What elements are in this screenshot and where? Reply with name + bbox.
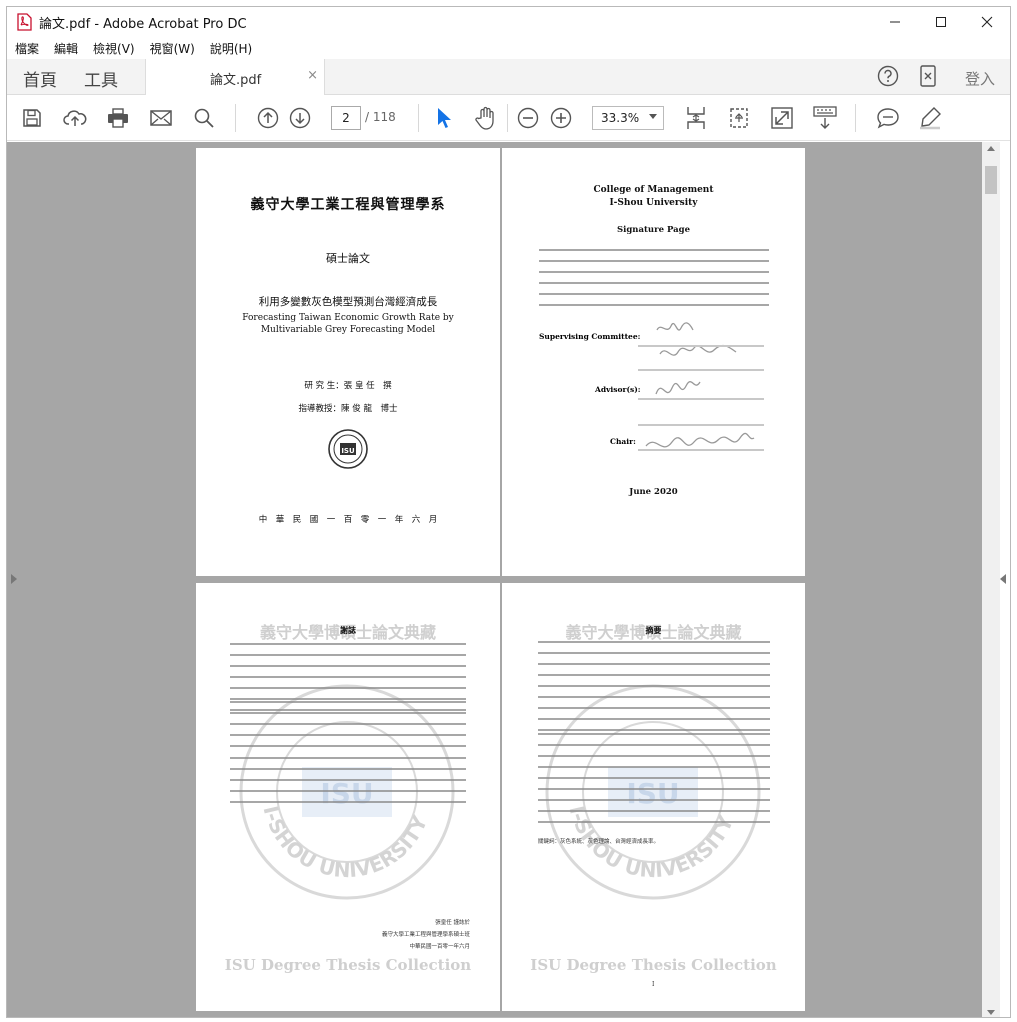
university-seal-icon: ISU bbox=[327, 428, 369, 474]
doc-tab-label: 論文.pdf bbox=[210, 73, 262, 88]
highlight-pen-icon[interactable] bbox=[917, 105, 943, 131]
hand-tool-icon[interactable] bbox=[473, 105, 499, 131]
advisors-label: Advisor(s): bbox=[595, 385, 641, 394]
help-icon[interactable] bbox=[877, 65, 899, 91]
chair-label: Chair: bbox=[610, 437, 636, 446]
select-cursor-icon[interactable] bbox=[431, 105, 457, 131]
pdf-page-2: College of Management I-Shou University … bbox=[502, 148, 805, 576]
zoom-level-select[interactable]: 33.3% bbox=[592, 106, 664, 130]
maximize-button[interactable] bbox=[918, 7, 964, 37]
page3-heading: 謝誌 bbox=[340, 625, 356, 635]
page-number-input[interactable]: 2 bbox=[331, 106, 361, 130]
scroll-thumb[interactable] bbox=[985, 166, 997, 194]
right-panel-toggle-icon[interactable] bbox=[1000, 574, 1006, 584]
page1-title-en2: Multivariable Grey Forecasting Model bbox=[260, 325, 436, 335]
tab-bar: 首頁 工具 論文.pdf × 登入 bbox=[7, 59, 1010, 96]
signature-statement-text bbox=[539, 249, 769, 311]
comment-icon[interactable] bbox=[875, 105, 901, 131]
next-page-icon[interactable] bbox=[287, 105, 313, 131]
page-number: I bbox=[652, 981, 655, 988]
page1-student: 研 究 生：張 皇 任 撰 bbox=[304, 381, 392, 391]
svg-text:ISU: ISU bbox=[341, 447, 355, 455]
tab-tools[interactable]: 工具 bbox=[84, 66, 118, 91]
previous-page-icon[interactable] bbox=[255, 105, 281, 131]
menu-window[interactable]: 視窗(W) bbox=[150, 40, 195, 57]
window-title: 論文.pdf - Adobe Acrobat Pro DC bbox=[39, 16, 247, 32]
document-area[interactable]: 義守大學工業工程與管理學系 碩士論文 利用多變數灰色模型預測台灣經濟成長 For… bbox=[7, 142, 982, 1017]
search-icon[interactable] bbox=[191, 105, 217, 131]
scroll-up-icon[interactable] bbox=[987, 146, 995, 151]
pdf-page-3: 義守大學博碩士論文典藏 謝誌 ISUI-SHOU UNIVERSITY 張皇任 … bbox=[196, 583, 500, 1011]
scroll-down-icon[interactable] bbox=[987, 1010, 995, 1015]
mail-icon[interactable] bbox=[148, 105, 174, 131]
page1-degree: 碩士論文 bbox=[326, 252, 370, 265]
acknowledgment-paragraph-3 bbox=[230, 757, 466, 809]
minimize-button[interactable] bbox=[872, 7, 918, 37]
menu-file[interactable]: 檔案 bbox=[15, 40, 39, 57]
rotate-view-icon[interactable] bbox=[726, 105, 752, 131]
save-icon[interactable] bbox=[19, 105, 45, 131]
tab-home[interactable]: 首頁 bbox=[23, 66, 57, 91]
signature-scribble-2 bbox=[652, 374, 712, 408]
supervising-label: Supervising Committee: bbox=[539, 332, 641, 341]
abstract-paragraph-2 bbox=[538, 733, 770, 823]
chevron-down-icon bbox=[649, 114, 657, 119]
close-button[interactable] bbox=[964, 7, 1010, 37]
acknowledgment-signature: 張皇任 謹誌於 義守大學工業工程與管理學系碩士班 中華民國一百零一年六月 bbox=[381, 920, 470, 950]
print-icon[interactable] bbox=[105, 105, 131, 131]
zoom-level-value: 33.3% bbox=[601, 111, 640, 125]
zoom-in-icon[interactable] bbox=[548, 105, 574, 131]
pdf-page-1: 義守大學工業工程與管理學系 碩士論文 利用多變數灰色模型預測台灣經濟成長 For… bbox=[196, 148, 500, 576]
title-bar: 論文.pdf - Adobe Acrobat Pro DC bbox=[7, 7, 1010, 37]
menu-edit[interactable]: 編輯 bbox=[54, 40, 78, 57]
menu-view[interactable]: 檢視(V) bbox=[93, 40, 135, 57]
sign-in-link[interactable]: 登入 bbox=[965, 68, 995, 89]
signature-scribble-3 bbox=[642, 426, 758, 466]
abstract-paragraph-1 bbox=[538, 641, 770, 733]
page1-university: 義守大學工業工程與管理學系 bbox=[250, 197, 446, 213]
fit-page-icon[interactable] bbox=[683, 105, 709, 131]
page1-advisor: 指導教授：陳 俊 龍 博士 bbox=[298, 404, 398, 414]
left-panel-toggle-icon[interactable] bbox=[11, 574, 17, 584]
menu-bar: 檔案 編輯 檢視(V) 視窗(W) 說明(H) bbox=[7, 37, 1010, 59]
full-screen-icon[interactable] bbox=[769, 105, 795, 131]
zoom-out-icon[interactable] bbox=[515, 105, 541, 131]
acknowledgment-paragraph-2 bbox=[230, 701, 466, 747]
watermark-footer: ISU Degree Thesis Collection bbox=[530, 956, 777, 974]
page1-title-zh: 利用多變數灰色模型預測台灣經濟成長 bbox=[258, 296, 438, 308]
read-mode-icon[interactable] bbox=[812, 105, 838, 131]
mobile-link-icon[interactable] bbox=[919, 65, 937, 91]
page1-date: 中 華 民 國 一 百 零 一 年 六 月 bbox=[258, 515, 438, 525]
page2-college: College of Management bbox=[593, 185, 714, 195]
page2-heading: Signature Page bbox=[617, 225, 690, 235]
acrobat-window: 論文.pdf - Adobe Acrobat Pro DC 檔案 編輯 檢視(V… bbox=[6, 6, 1011, 1018]
abstract-keywords: 關鍵詞：灰色系統、灰色理論、台灣經濟成長率。 bbox=[538, 839, 660, 845]
page2-date: June 2020 bbox=[629, 487, 678, 497]
page2-university: I-Shou University bbox=[609, 198, 698, 208]
cloud-upload-icon[interactable] bbox=[62, 105, 88, 131]
page-total: / 118 bbox=[365, 110, 396, 124]
tab-document[interactable]: 論文.pdf × bbox=[145, 59, 325, 96]
watermark-footer: ISU Degree Thesis Collection bbox=[224, 956, 472, 974]
close-tab-icon[interactable]: × bbox=[307, 68, 318, 83]
toolbar: 2 / 118 33.3% bbox=[7, 95, 1010, 141]
page1-title-en1: Forecasting Taiwan Economic Growth Rate … bbox=[242, 313, 454, 323]
vertical-scrollbar[interactable] bbox=[982, 142, 1000, 1017]
acrobat-pdf-icon bbox=[15, 13, 33, 31]
pdf-page-4: 義守大學博碩士論文典藏 摘要 ISUI-SHOU UNIVERSITY 關鍵詞：… bbox=[502, 583, 805, 1011]
menu-help[interactable]: 說明(H) bbox=[210, 40, 252, 57]
page4-heading: 摘要 bbox=[645, 625, 662, 635]
